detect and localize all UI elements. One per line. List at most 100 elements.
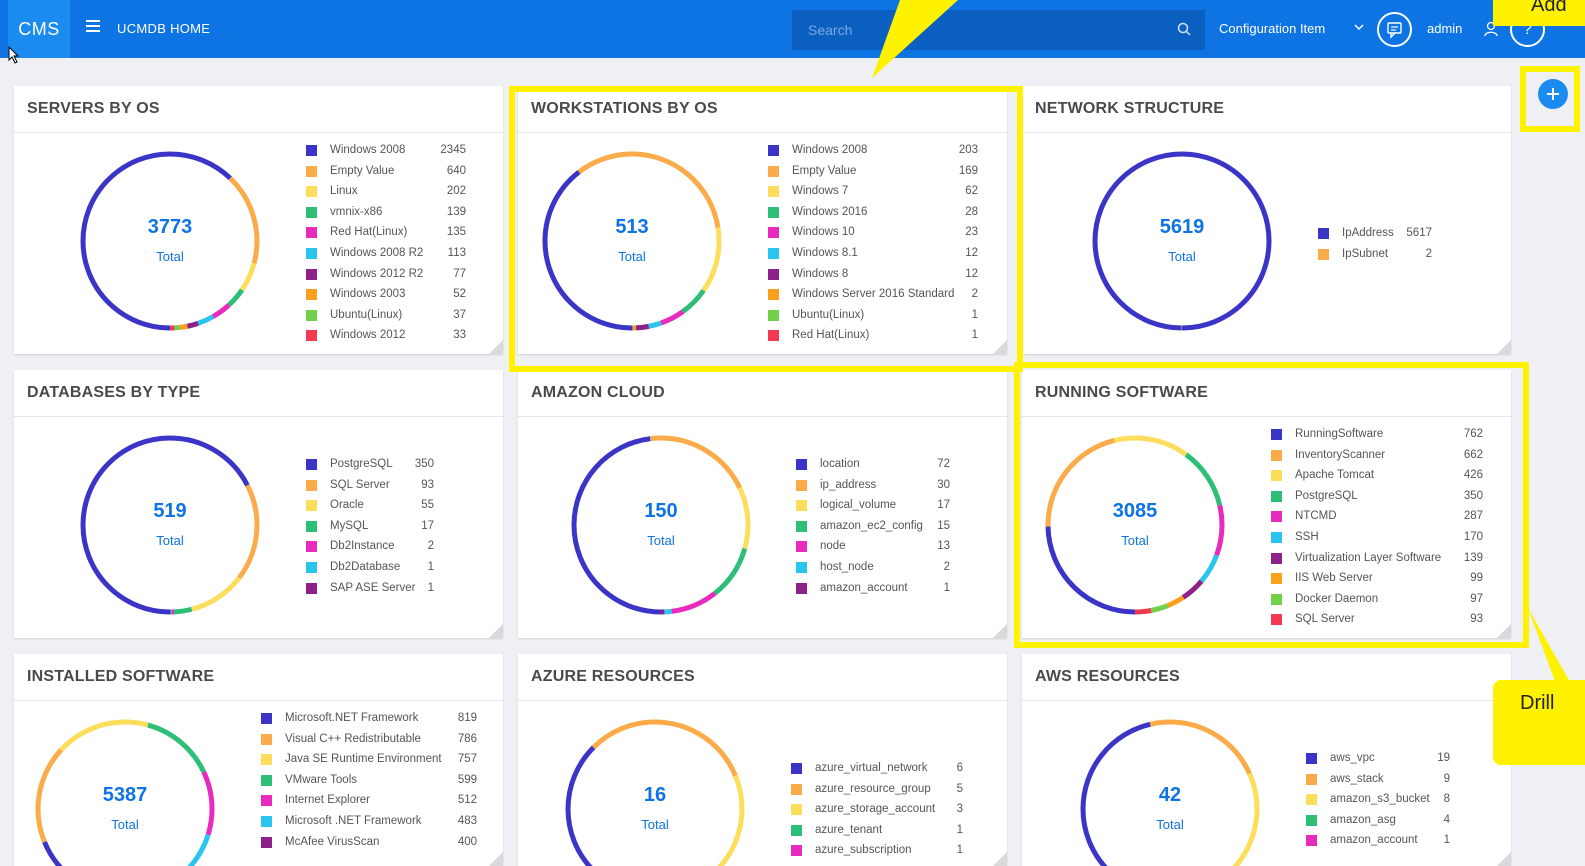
legend-value: 1 (1443, 834, 1450, 847)
legend-value: 6 (956, 762, 963, 774)
widget-card[interactable]: AMAZON CLOUD 150 Total location 72 ip_address… (518, 370, 1007, 638)
card-divider (518, 700, 1007, 701)
total-count[interactable]: 5387 (35, 784, 215, 807)
legend-value: 640 (446, 164, 466, 177)
ci-type-dropdown[interactable]: Configuration Item (1219, 21, 1325, 36)
card-title: SERVERS BY OS (27, 100, 160, 117)
resize-handle[interactable] (1497, 852, 1511, 866)
resize-handle[interactable] (489, 340, 503, 354)
total-label: Total (641, 817, 669, 832)
total-label: Total (1168, 249, 1196, 264)
legend-value: 17 (421, 519, 434, 532)
legend-value: 1 (427, 560, 434, 573)
total-label: Total (156, 533, 184, 548)
total-label: Total (1156, 817, 1184, 832)
legend-value: 15 (937, 519, 950, 532)
widget-card[interactable]: AZURE RESOURCES 16 Total azure_virtual_netw… (518, 654, 1007, 866)
legend-value: 30 (937, 478, 950, 491)
legend-value: 512 (457, 794, 477, 807)
legend-value: 2345 (440, 144, 466, 156)
legend-value: 350 (414, 458, 434, 470)
widget-card[interactable]: DATABASES BY TYPE 519 Total PostgreSQL 350 SQ… (14, 370, 503, 638)
card-divider (14, 416, 503, 417)
total-count[interactable]: 42 (1080, 784, 1260, 807)
legend-value: 2 (427, 540, 434, 553)
legend-value: 5617 (1406, 227, 1432, 239)
total-count[interactable]: 150 (571, 500, 751, 523)
legend-value: 1 (427, 581, 434, 594)
total-count[interactable]: 519 (80, 500, 260, 523)
legend-value: 139 (446, 205, 466, 218)
resize-handle[interactable] (489, 852, 503, 866)
legend-value: 483 (457, 814, 477, 827)
add-callout: Add (1493, 0, 1585, 26)
drill-callout-text: Drill (1520, 692, 1555, 714)
legend-value: 2 (1425, 247, 1432, 260)
legend-value: 33 (453, 329, 466, 342)
total-label: Total (111, 817, 139, 832)
plus-icon (1547, 88, 1559, 100)
legend-value: 1 (943, 581, 950, 594)
highlight-running-software (1014, 362, 1529, 648)
resize-handle[interactable] (489, 624, 503, 638)
legend-value: 55 (421, 499, 434, 512)
donut-center: 519 Total (80, 500, 260, 548)
card-divider (14, 132, 503, 133)
total-count[interactable]: 5619 (1092, 216, 1272, 239)
card-title: AMAZON CLOUD (531, 384, 665, 401)
donut-center: 150 Total (571, 500, 751, 548)
card-divider (14, 700, 503, 701)
card-title: AWS RESOURCES (1035, 668, 1180, 685)
chat-icon (1387, 22, 1402, 39)
legend-value: 93 (421, 478, 434, 491)
legend-value: 5 (956, 782, 963, 795)
chevron-down-icon[interactable] (1354, 23, 1364, 31)
resize-handle[interactable] (993, 852, 1007, 866)
add-widget-button[interactable] (1538, 79, 1568, 109)
legend-value: 757 (457, 753, 477, 766)
widget-card[interactable]: SERVERS BY OS 3773 Total Windows 2008 2345 Em… (14, 86, 503, 354)
legend-value: 135 (446, 226, 466, 239)
user-name[interactable]: admin (1427, 21, 1462, 36)
card-divider (518, 416, 1007, 417)
resize-handle[interactable] (1497, 340, 1511, 354)
top-bar: CMS UCMDB HOME Configuration Item admin … (0, 0, 1585, 58)
card-title: AZURE RESOURCES (531, 668, 695, 685)
legend-value: 19 (1437, 752, 1450, 764)
mouse-cursor-icon (8, 46, 20, 64)
legend-value: 400 (457, 835, 477, 848)
legend-value: 819 (457, 712, 477, 724)
legend-value: 13 (937, 540, 950, 553)
donut-center: 5387 Total (35, 784, 215, 832)
legend-value: 17 (937, 499, 950, 512)
legend-value: 9 (1443, 772, 1450, 785)
legend-value: 786 (457, 732, 477, 745)
search-icon[interactable] (1177, 22, 1191, 36)
total-count[interactable]: 16 (565, 784, 745, 807)
widget-card[interactable]: AWS RESOURCES 42 Total aws_vpc 19 aws_stack 9 a… (1022, 654, 1511, 866)
legend-value: 4 (1443, 813, 1450, 826)
legend-value: 37 (453, 308, 466, 321)
legend-value: 1 (956, 823, 963, 836)
resize-handle[interactable] (993, 624, 1007, 638)
legend-value: 1 (956, 844, 963, 857)
home-link[interactable]: UCMDB HOME (117, 21, 210, 36)
widget-card[interactable]: INSTALLED SOFTWARE 5387 Total Microsoft.NET… (14, 654, 503, 866)
legend-value: 72 (937, 458, 950, 470)
donut-center: 16 Total (565, 784, 745, 832)
add-callout-text: Add (1531, 0, 1567, 16)
total-count[interactable]: 3773 (80, 216, 260, 239)
legend-value: 113 (447, 246, 466, 259)
legend-value: 8 (1443, 793, 1450, 806)
card-divider (1022, 700, 1511, 701)
search-box[interactable] (792, 10, 1205, 50)
widget-card[interactable]: NETWORK STRUCTURE 5619 Total IpAddress 5617 I… (1022, 86, 1511, 354)
menu-icon[interactable] (86, 20, 100, 32)
card-divider (1022, 132, 1511, 133)
highlight-workstations (509, 86, 1023, 372)
card-title: DATABASES BY TYPE (27, 384, 201, 401)
chat-button[interactable] (1377, 12, 1412, 47)
legend-value: 77 (453, 267, 466, 280)
legend-value: 3 (956, 803, 963, 816)
search-input[interactable] (792, 10, 1205, 50)
